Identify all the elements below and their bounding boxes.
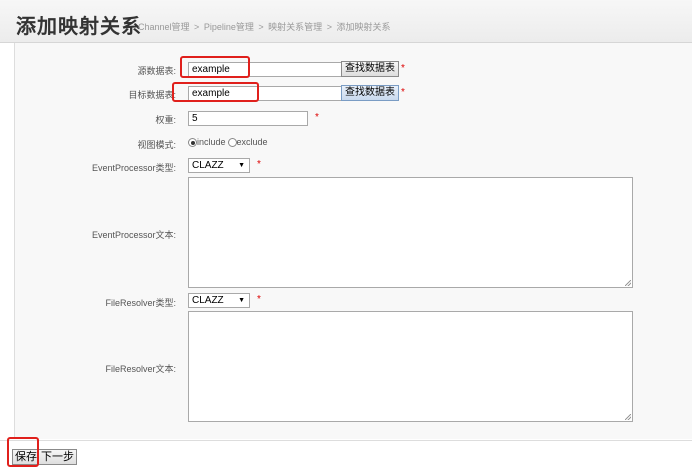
breadcrumb-separator: > [326, 22, 332, 32]
save-button[interactable]: 保存 [12, 449, 40, 465]
weight-input[interactable]: 5 [188, 111, 308, 126]
required-mark: * [257, 159, 261, 170]
event-processor-type-label: EventProcessor类型: [91, 163, 176, 173]
required-mark: * [257, 294, 261, 305]
event-processor-text-label: EventProcessor文本: [91, 230, 176, 240]
source-table-input[interactable]: example [188, 62, 342, 77]
source-table-label: 源数据表: [137, 66, 176, 76]
chevron-down-icon: ▼ [238, 297, 245, 304]
event-processor-textarea[interactable] [188, 177, 633, 288]
file-resolver-type-select[interactable]: CLAZZ ▼ [188, 293, 250, 308]
form-footer: 保存 下一步 [0, 437, 692, 467]
breadcrumb-current: 添加映射关系 [336, 22, 391, 32]
required-mark: * [401, 63, 405, 74]
event-processor-type-value: CLAZZ [192, 160, 224, 171]
required-mark: * [315, 112, 319, 123]
page-header: 添加映射关系 Channel管理 > Pipeline管理 > 映射关系管理 >… [0, 0, 692, 43]
file-resolver-text-label: FileResolver文本: [105, 364, 176, 374]
include-radio[interactable] [188, 138, 197, 148]
find-target-table-button[interactable]: 查找数据表 [341, 85, 399, 101]
file-resolver-type-label: FileResolver类型: [105, 298, 176, 308]
breadcrumb-pipeline[interactable]: Pipeline管理 [204, 22, 254, 32]
breadcrumb: Channel管理 > Pipeline管理 > 映射关系管理 > 添加映射关系 [138, 20, 392, 33]
breadcrumb-separator: > [194, 22, 200, 32]
next-step-button[interactable]: 下一步 [38, 449, 77, 465]
view-mode-radio-group: include exclude [188, 137, 268, 148]
resize-handle[interactable] [625, 414, 631, 420]
target-table-input[interactable]: example [188, 86, 342, 101]
file-resolver-textarea[interactable] [188, 311, 633, 422]
required-mark: * [401, 87, 405, 98]
include-radio-label: include [197, 137, 226, 147]
target-table-label: 目标数据表: [128, 90, 176, 100]
chevron-down-icon: ▼ [238, 162, 245, 169]
exclude-radio-label: exclude [236, 137, 268, 147]
event-processor-type-select[interactable]: CLAZZ ▼ [188, 158, 250, 173]
resize-handle[interactable] [625, 280, 631, 286]
view-mode-label: 视图模式: [137, 140, 176, 150]
page-title: 添加映射关系 [16, 14, 142, 38]
breadcrumb-channel[interactable]: Channel管理 [138, 22, 190, 32]
find-source-table-button[interactable]: 查找数据表 [341, 61, 399, 77]
exclude-radio[interactable] [227, 138, 237, 148]
file-resolver-type-value: CLAZZ [192, 295, 224, 306]
breadcrumb-mapping[interactable]: 映射关系管理 [268, 22, 322, 32]
weight-label: 权重: [155, 115, 176, 125]
breadcrumb-separator: > [258, 22, 264, 32]
